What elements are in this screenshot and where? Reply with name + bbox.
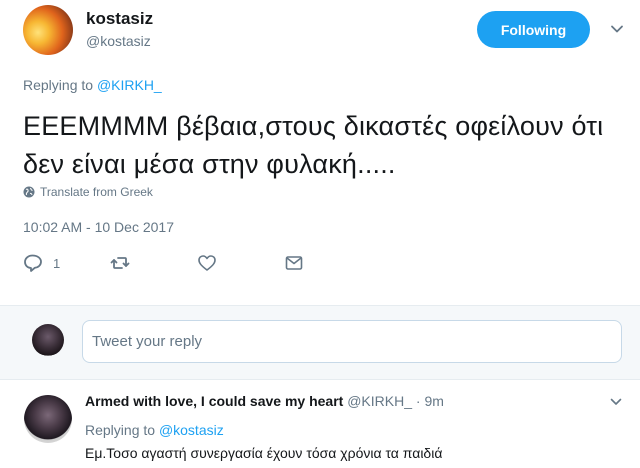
reply-button[interactable]: 1 xyxy=(23,253,60,273)
mention-link[interactable]: @KIRKH_ xyxy=(97,77,162,93)
translate-label[interactable]: Translate from Greek xyxy=(40,185,153,199)
tweet-timestamp[interactable]: 10:02 AM - 10 Dec 2017 xyxy=(23,219,174,235)
chevron-down-icon[interactable] xyxy=(610,22,624,36)
translate-link[interactable]: Translate from Greek xyxy=(23,185,153,199)
direct-message-icon xyxy=(285,256,303,270)
reply-author-name[interactable]: Armed with love, I could save my heart xyxy=(85,393,343,409)
reply-timestamp[interactable]: 9m xyxy=(424,393,443,409)
replying-prefix: Replying to xyxy=(85,422,156,438)
tweet-card: kostasiz @kostasiz Following Replying to… xyxy=(0,0,640,305)
reply-input[interactable] xyxy=(82,320,622,363)
following-button[interactable]: Following xyxy=(477,11,590,48)
tweet-text: ΕΕΕΜΜΜΜ βέβαια,στους δικαστές οφείλουν ό… xyxy=(23,111,604,179)
reply-count: 1 xyxy=(53,255,61,271)
author-handle[interactable]: @kostasiz xyxy=(86,33,151,49)
reply-author-handle[interactable]: @KIRKH_ xyxy=(347,393,412,409)
avatar[interactable] xyxy=(24,395,72,443)
reply-icon xyxy=(24,254,42,272)
avatar[interactable] xyxy=(23,5,73,55)
reply-header: Armed with love, I could save my heart @… xyxy=(85,393,444,409)
replying-to: Replying to @kostasiz xyxy=(85,422,224,438)
globe-icon xyxy=(23,186,35,198)
replying-prefix: Replying to xyxy=(23,77,94,93)
like-icon xyxy=(198,255,216,271)
mention-link[interactable]: @kostasiz xyxy=(159,422,224,438)
retweet-icon xyxy=(110,257,130,269)
replying-to: Replying to @KIRKH_ xyxy=(23,77,162,93)
retweet-button[interactable] xyxy=(110,253,130,273)
author-name[interactable]: kostasiz xyxy=(86,9,153,29)
reply-composer xyxy=(0,305,640,380)
reply-tweet[interactable]: Armed with love, I could save my heart @… xyxy=(0,381,640,468)
separator-dot: · xyxy=(415,393,421,409)
like-button[interactable] xyxy=(197,253,217,273)
chevron-down-icon[interactable] xyxy=(610,396,622,408)
avatar[interactable] xyxy=(32,324,64,356)
direct-message-button[interactable] xyxy=(284,253,304,273)
reply-text: Εμ.Τοσο αγαστή συνεργασία έχουν τόσα χρό… xyxy=(85,445,443,461)
